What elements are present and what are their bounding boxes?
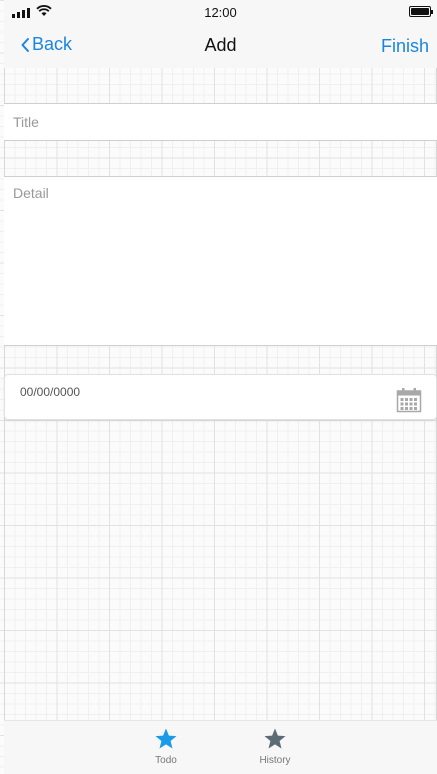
detail-textarea[interactable]: Detail bbox=[4, 176, 437, 346]
battery-icon bbox=[409, 6, 433, 17]
date-picker[interactable]: 00/00/0000 bbox=[4, 374, 437, 420]
star-icon bbox=[264, 728, 286, 749]
navigation-bar: Back Add Finish bbox=[4, 24, 437, 68]
star-icon bbox=[155, 728, 177, 749]
title-input[interactable]: Title bbox=[4, 103, 437, 141]
tab-todo[interactable]: Todo bbox=[136, 727, 196, 766]
tab-history-label: History bbox=[259, 755, 291, 766]
tab-bar: Todo History bbox=[4, 720, 437, 774]
tab-history[interactable]: History bbox=[245, 727, 305, 766]
chevron-left-icon bbox=[21, 37, 29, 52]
back-button[interactable]: Back bbox=[20, 34, 72, 55]
status-time: 12:00 bbox=[204, 5, 237, 20]
tab-todo-label: Todo bbox=[155, 755, 177, 766]
back-label: Back bbox=[32, 34, 73, 54]
title-placeholder: Title bbox=[13, 114, 39, 130]
status-bar: 12:00 bbox=[4, 0, 437, 24]
calendar-icon[interactable] bbox=[396, 387, 422, 413]
date-value: 00/00/0000 bbox=[20, 385, 81, 399]
detail-placeholder: Detail bbox=[13, 185, 49, 201]
finish-button[interactable]: Finish bbox=[381, 36, 429, 57]
